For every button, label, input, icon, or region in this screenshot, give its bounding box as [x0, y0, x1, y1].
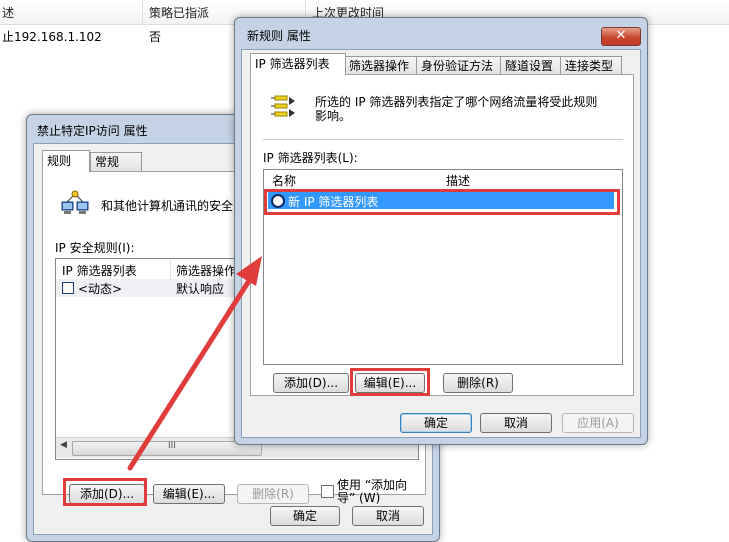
back-dialog-description: 和其他计算机通讯的安全 [101, 199, 234, 213]
rule-action: 默认响应 [176, 282, 225, 296]
column-assigned[interactable]: 策略已指派 [149, 4, 209, 21]
ip-filter-list-box[interactable]: 名称 描述 新 IP 筛选器列表 [263, 169, 623, 365]
column-separator [142, 0, 143, 24]
policy-assigned-cell: 否 [149, 30, 162, 44]
back-cancel-button[interactable]: 取消 [352, 506, 424, 526]
column-separator [170, 259, 171, 279]
front-cancel-button[interactable]: 取消 [480, 413, 552, 433]
policy-name-cell[interactable]: 止192.168.1.102 [2, 28, 102, 45]
front-ok-button[interactable]: 确定 [400, 413, 472, 433]
ip-filter-list-label: IP 筛选器列表(L): [263, 151, 358, 165]
front-description-line1: 所选的 IP 筛选器列表指定了哪个网络流量将受此规则 [315, 95, 598, 109]
front-dialog-window: 新规则 属性 ✕ IP 筛选器列表 筛选器操作 身份验证方法 隧道设置 连接类型… [234, 17, 648, 445]
ip-security-rules-label: IP 安全规则(I): [55, 241, 135, 255]
scrollbar-thumb[interactable] [72, 441, 262, 456]
front-add-button[interactable]: 添加(D)... [273, 373, 349, 393]
rule-checkbox[interactable] [62, 282, 74, 294]
network-computers-icon [61, 190, 89, 214]
scroll-left-icon[interactable]: ◀ [60, 440, 67, 450]
scrollbar-grip: III [168, 441, 176, 451]
front-dialog-panel: IP 筛选器列表 筛选器操作 身份验证方法 隧道设置 连接类型 所选的 IP 筛… [241, 49, 641, 438]
column-description[interactable]: 述 [2, 4, 14, 21]
front-description-line2: 影响。 [315, 109, 352, 123]
column-ip-filter-list[interactable]: IP 筛选器列表 [62, 262, 137, 279]
highlight-box-front-edit [350, 368, 430, 396]
column-description[interactable]: 描述 [446, 172, 470, 189]
close-icon[interactable]: ✕ [601, 27, 641, 46]
tab-authentication-methods[interactable]: 身份验证方法 [416, 56, 502, 75]
front-tab-body: 所选的 IP 筛选器列表指定了哪个网络流量将受此规则 影响。 IP 筛选器列表(… [250, 74, 634, 396]
tab-general[interactable]: 常规 [90, 152, 142, 171]
front-dialog-title: 新规则 属性 [247, 29, 311, 43]
tab-rules[interactable]: 规则 [42, 150, 90, 172]
back-edit-button[interactable]: 编辑(E)... [153, 484, 225, 504]
tab-connection-type[interactable]: 连接类型 [560, 56, 622, 75]
tab-ip-filter-list[interactable]: IP 筛选器列表 [250, 53, 346, 75]
front-apply-button[interactable]: 应用(A) [562, 413, 634, 433]
use-wizard-label-line2: 导” (W) [337, 491, 381, 505]
rule-name: <动态> [78, 282, 123, 296]
tab-filter-action[interactable]: 筛选器操作 [344, 56, 418, 75]
highlight-box-filter-row [264, 189, 620, 215]
front-remove-button[interactable]: 删除(R) [443, 373, 513, 393]
back-remove-button[interactable]: 删除(R) [237, 484, 309, 504]
back-ok-button[interactable]: 确定 [270, 506, 340, 526]
divider [263, 139, 623, 140]
back-dialog-title: 禁止特定IP访问 属性 [37, 124, 148, 138]
use-wizard-checkbox[interactable] [321, 485, 334, 498]
column-name[interactable]: 名称 [272, 172, 296, 189]
ip-filter-list-icon [271, 95, 295, 117]
highlight-box-back-add [63, 478, 147, 506]
tab-tunnel-settings[interactable]: 隧道设置 [500, 56, 562, 75]
column-filter-action[interactable]: 筛选器操作 [176, 262, 236, 279]
